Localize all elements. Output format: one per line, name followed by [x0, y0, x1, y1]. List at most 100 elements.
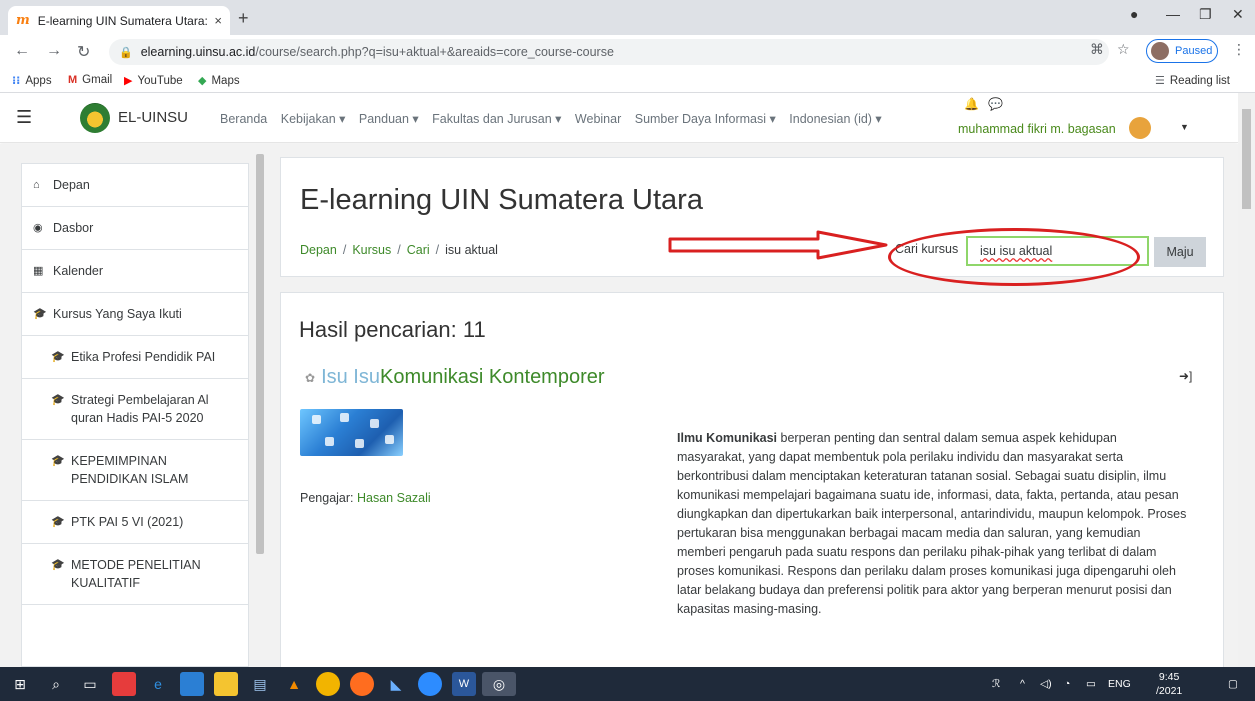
menu-panduan[interactable]: Panduan ▾ — [359, 112, 419, 126]
menu-webinar[interactable]: Webinar — [575, 112, 621, 126]
user-avatar[interactable] — [1129, 117, 1151, 139]
notifications-icon[interactable]: ▢ — [1228, 678, 1238, 690]
task-view-icon[interactable]: ▭ — [78, 672, 102, 696]
bookmark-youtube[interactable]: ▶ YouTube — [124, 74, 183, 88]
menu-language[interactable]: Indonesian (id) ▾ — [789, 112, 881, 126]
course-image[interactable] — [300, 409, 403, 456]
graduation-cap-icon: 🎓 — [51, 455, 65, 467]
back-icon[interactable]: ← — [14, 42, 30, 60]
search-results: Hasil pencarian: 11 ✿ Isu Isu Komunikasi… — [280, 292, 1224, 667]
app-icon[interactable]: ◣ — [384, 672, 408, 696]
drawer-item-kalender[interactable]: ▦ Kalender — [22, 250, 248, 293]
tray-up-icon[interactable]: ^ — [1020, 678, 1025, 690]
course-title-link[interactable]: ✿ Isu Isu Komunikasi Kontemporer — [305, 366, 605, 389]
reload-icon[interactable]: ↻ — [77, 42, 90, 62]
teacher-name-link[interactable]: Hasan Sazali — [357, 491, 431, 505]
drawer-item-label: PTK PAI 5 VI (2021) — [71, 515, 184, 529]
breadcrumb-separator: / — [397, 243, 401, 257]
drawer-item-my-courses[interactable]: 🎓 Kursus Yang Saya Ikuti — [22, 293, 248, 336]
translate-icon[interactable]: ⌘ — [1090, 41, 1104, 58]
taskbar-clock[interactable]: 9:45 /2021 — [1156, 670, 1182, 698]
course-icon: ✿ — [305, 370, 316, 385]
edge-icon[interactable]: e — [146, 672, 170, 696]
profile-dot-icon[interactable]: ● — [1130, 6, 1138, 22]
menu-beranda[interactable]: Beranda — [220, 112, 267, 126]
search-icon[interactable]: ⌕ — [44, 672, 68, 696]
user-menu-name[interactable]: muhammad fikri m. bagasan — [958, 122, 1116, 136]
drawer-scrollbar[interactable] — [254, 144, 266, 667]
drawer-item-course[interactable]: 🎓 METODE PENELITIAN KUALITATIF — [22, 544, 248, 605]
app-icon[interactable] — [316, 672, 340, 696]
forward-icon[interactable]: → — [46, 42, 62, 60]
address-bar[interactable]: 🔒 elearning.uinsu.ac.id/course/search.ph… — [109, 39, 1109, 65]
bookmark-maps[interactable]: ◆ Maps — [198, 74, 240, 88]
menu-fakultas[interactable]: Fakultas dan Jurusan ▾ — [432, 112, 561, 126]
clock-time: 9:45 — [1158, 671, 1180, 683]
drawer-item-label: Kalender — [53, 264, 104, 278]
drawer-item-course[interactable]: 🎓 Etika Profesi Pendidik PAI — [22, 336, 248, 379]
battery-icon[interactable]: ▭ — [1086, 678, 1096, 690]
nav-icons: 🔔 💬 — [964, 97, 1003, 111]
firefox-icon[interactable] — [350, 672, 374, 696]
drawer-item-label: Depan — [53, 178, 90, 192]
uinsu-logo[interactable] — [80, 103, 110, 133]
windows-start-icon[interactable]: ⊞ — [8, 672, 32, 696]
drawer-scrollbar-thumb[interactable] — [256, 154, 264, 554]
close-window-icon[interactable]: ✕ — [1232, 6, 1244, 23]
menu-sumber-daya[interactable]: Sumber Daya Informasi ▾ — [635, 112, 776, 126]
profile-paused-button[interactable]: Paused — [1146, 39, 1218, 63]
bookmark-apps[interactable]: ⁝⁝ Apps — [12, 74, 52, 88]
graduation-cap-icon: 🎓 — [33, 308, 47, 320]
tab-title: E-learning UIN Sumatera Utara: I — [37, 13, 209, 28]
breadcrumb-cari[interactable]: Cari — [407, 243, 430, 257]
close-tab-icon[interactable]: × — [214, 13, 222, 28]
page-scrollbar[interactable] — [1238, 93, 1255, 667]
page-scrollbar-thumb[interactable] — [1242, 109, 1251, 209]
browser-tab[interactable]: m E-learning UIN Sumatera Utara: I × — [8, 6, 230, 35]
wifi-icon[interactable]: ◔ — [1064, 678, 1070, 690]
menu-kebijakan[interactable]: Kebijakan ▾ — [281, 112, 346, 126]
reading-list-button[interactable]: ☰ Reading list — [1155, 74, 1230, 88]
zoom-icon[interactable] — [418, 672, 442, 696]
people-icon[interactable]: ℛ — [992, 678, 1000, 690]
browser-tabstrip: m E-learning UIN Sumatera Utara: I × + ●… — [0, 0, 1255, 35]
drawer-item-course[interactable]: 🎓 KEPEMIMPINAN PENDIDIKAN ISLAM — [22, 440, 248, 501]
results-title: Hasil pencarian: 11 — [299, 317, 486, 342]
vlc-icon[interactable]: ▲ — [282, 672, 306, 696]
minimize-icon[interactable]: — — [1166, 6, 1180, 22]
url-host: elearning.uinsu.ac.id — [140, 45, 256, 59]
bookmark-star-icon[interactable]: ☆ — [1117, 41, 1130, 58]
graduation-cap-icon: 🎓 — [51, 559, 65, 571]
volume-icon[interactable]: ◁) — [1040, 678, 1052, 690]
breadcrumb-separator: / — [342, 243, 347, 257]
moodle-favicon-icon: m — [16, 13, 30, 28]
drawer-item-label: KEPEMIMPINAN PENDIDIKAN ISLAM — [71, 454, 189, 486]
drawer-toggle-icon[interactable]: ☰ — [16, 107, 32, 128]
teacher-label: Pengajar: — [300, 491, 354, 505]
app-icon[interactable] — [180, 672, 204, 696]
reading-list-icon: ☰ — [1155, 75, 1165, 87]
word-icon[interactable]: W — [452, 672, 476, 696]
drawer-item-course[interactable]: 🎓 Strategi Pembelajaran Al quran Hadis PA… — [22, 379, 248, 440]
breadcrumb-kursus[interactable]: Kursus — [352, 243, 391, 257]
app-icon[interactable]: ▤ — [248, 672, 272, 696]
drawer-item-dasbor[interactable]: ◉ Dasbor — [22, 207, 248, 250]
enrol-self-icon[interactable]: ➜] — [1179, 369, 1192, 383]
breadcrumb-depan[interactable]: Depan — [300, 243, 337, 257]
brand-name[interactable]: EL-UINSU — [118, 109, 188, 126]
language-indicator[interactable]: ENG — [1108, 678, 1131, 690]
chrome-active-icon[interactable]: ◎ — [482, 672, 516, 696]
restore-icon[interactable]: ❐ — [1199, 6, 1212, 23]
user-menu-caret-icon[interactable]: ▼ — [1180, 122, 1189, 132]
drawer-item-course[interactable]: 🎓 PTK PAI 5 VI (2021) — [22, 501, 248, 544]
search-submit-button[interactable]: Maju — [1154, 237, 1206, 267]
drawer-item-depan[interactable]: ⌂ Depan — [22, 164, 248, 207]
new-tab-button[interactable]: + — [238, 8, 249, 29]
file-explorer-icon[interactable] — [214, 672, 238, 696]
main-region: E-learning UIN Sumatera Utara Depan / Kurs… — [268, 144, 1238, 667]
browser-menu-icon[interactable]: ⋮ — [1232, 41, 1246, 58]
app-icon[interactable] — [112, 672, 136, 696]
notification-bell-icon[interactable]: 🔔 — [964, 97, 979, 111]
bookmark-gmail[interactable]: M Gmail — [68, 74, 112, 86]
messages-icon[interactable]: 💬 — [988, 97, 1003, 111]
